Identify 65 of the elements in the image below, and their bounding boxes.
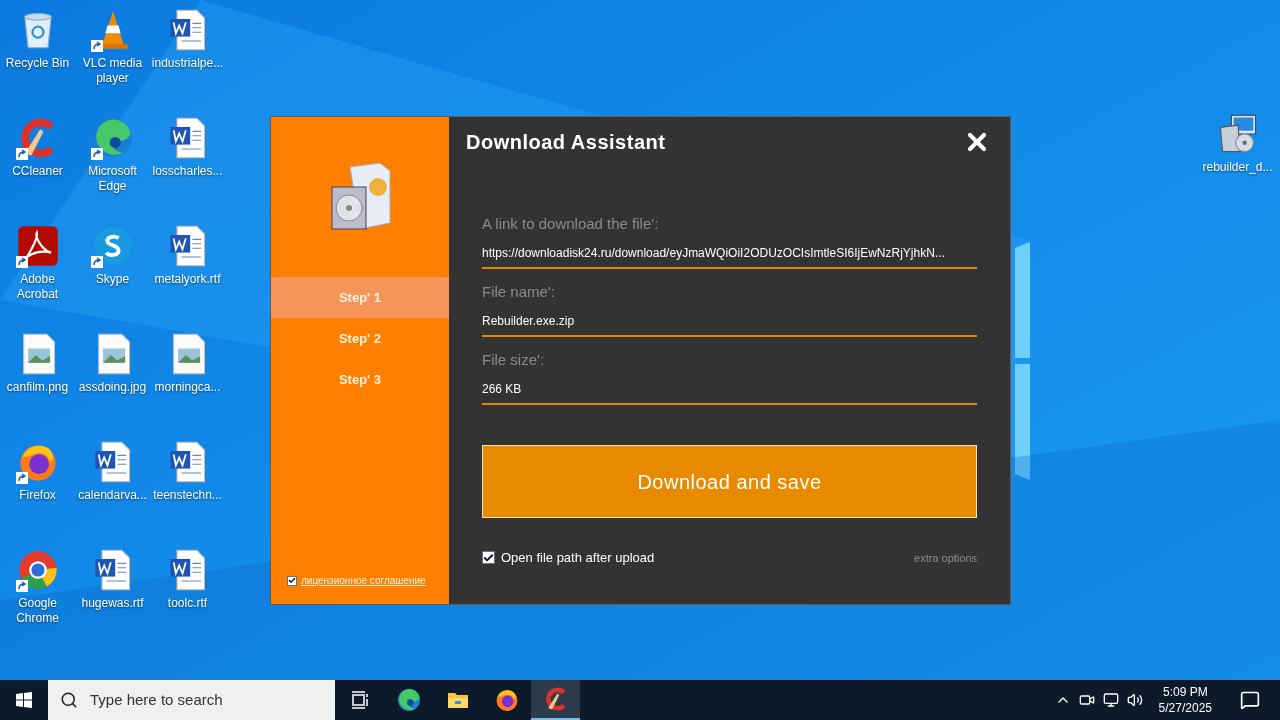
desktop-icon[interactable]: canfilm.png	[0, 324, 75, 432]
taskbar-app[interactable]	[531, 680, 580, 720]
icon-label: Firefox	[18, 488, 57, 503]
desktop-icon[interactable]: Recycle Bin	[0, 0, 75, 108]
text-field[interactable]: https://downloadisk24.ru/download/eyJmaWQiOiI2ODUzOCIsImtleSI6IjEwNzRjYjhkN...	[482, 244, 977, 269]
icon-label: losscharles...	[151, 164, 224, 179]
task-view-icon	[349, 690, 370, 710]
field-label: File name':	[482, 282, 556, 302]
icon-label: toolc.rtf	[166, 596, 209, 611]
windows-icon	[16, 692, 32, 708]
checkbox-label: Open file path after upload	[501, 549, 655, 567]
icon-label: CCleaner	[11, 164, 64, 179]
desktop-icon[interactable]: calendarva...	[75, 432, 150, 540]
icon-label: Adobe Acrobat	[15, 272, 60, 302]
checkbox[interactable]	[482, 551, 495, 565]
icon-label: industrialpe...	[150, 56, 225, 71]
extra-options-link[interactable]: extra options	[914, 549, 977, 566]
clock[interactable]: 5:09 PM 5/27/2025	[1150, 684, 1220, 716]
notification-icon[interactable]	[1240, 690, 1260, 710]
icon-label: rebuilder_d...	[1201, 160, 1274, 175]
desktop-icon[interactable]: Adobe Acrobat	[0, 216, 75, 324]
desktop-icon[interactable]: Google Chrome	[0, 540, 75, 648]
icon-label: calendarva...	[77, 488, 148, 503]
icon-label: VLC media player	[81, 56, 144, 86]
network-icon[interactable]	[1102, 692, 1119, 708]
desktop-icon[interactable]: teenstechn...	[150, 432, 225, 540]
license-link[interactable]: лицензионное соглашение	[301, 573, 426, 588]
edge-icon	[395, 687, 422, 713]
camera-icon[interactable]	[1078, 692, 1095, 708]
desktop-icon[interactable]: hugewas.rtf	[75, 540, 150, 648]
step-tab[interactable]: Step' 1	[271, 277, 449, 318]
icon-label: Recycle Bin	[4, 56, 71, 71]
icon-label: teenstechn...	[152, 488, 223, 503]
download-button[interactable]: Download and save	[482, 445, 977, 518]
desktop-icon[interactable]: industrialpe...	[150, 0, 225, 108]
desktop-icon[interactable]: Skype	[75, 216, 150, 324]
desktop-icon[interactable]: CCleaner	[0, 108, 75, 216]
text-field[interactable]: 266 KB	[482, 380, 977, 405]
desktop-icon[interactable]: toolc.rtf	[150, 540, 225, 648]
desktop-icon[interactable]: VLC media player	[75, 0, 150, 108]
icon-label: Skype	[94, 272, 131, 287]
search-icon	[60, 691, 78, 709]
step-tab[interactable]: Step' 3	[271, 359, 449, 400]
window-title: Download Assistant	[466, 130, 666, 155]
icon-label: hugewas.rtf	[80, 596, 145, 611]
step-tab[interactable]: Step' 2	[271, 318, 449, 359]
desktop-icon[interactable]: losscharles...	[150, 108, 225, 216]
field-label: File size':	[482, 350, 546, 370]
search-field[interactable]: Type here to search	[48, 680, 335, 720]
icon-label: assdoing.jpg	[77, 380, 148, 395]
desktop-icon[interactable]: morningca...	[150, 324, 225, 432]
text-field[interactable]: Rebuilder.exe.zip	[482, 312, 977, 337]
checkbox[interactable]	[287, 575, 297, 586]
icon-label: metalyork.rtf	[153, 272, 222, 287]
field-label: A link to download the file':	[482, 214, 660, 234]
icon-label: Microsoft Edge	[87, 164, 138, 194]
icon-label: morningca...	[153, 380, 222, 395]
desktop-icon[interactable]: rebuilder_d...	[1200, 104, 1275, 212]
volume-icon[interactable]	[1126, 692, 1143, 708]
icon-label: canfilm.png	[5, 380, 70, 395]
icon-label: Google Chrome	[15, 596, 60, 626]
desktop-icon[interactable]: Firefox	[0, 432, 75, 540]
desktop-icon[interactable]: assdoing.jpg	[75, 324, 150, 432]
desktop-icon[interactable]: metalyork.rtf	[150, 216, 225, 324]
desktop-icon[interactable]: Microsoft Edge	[75, 108, 150, 216]
